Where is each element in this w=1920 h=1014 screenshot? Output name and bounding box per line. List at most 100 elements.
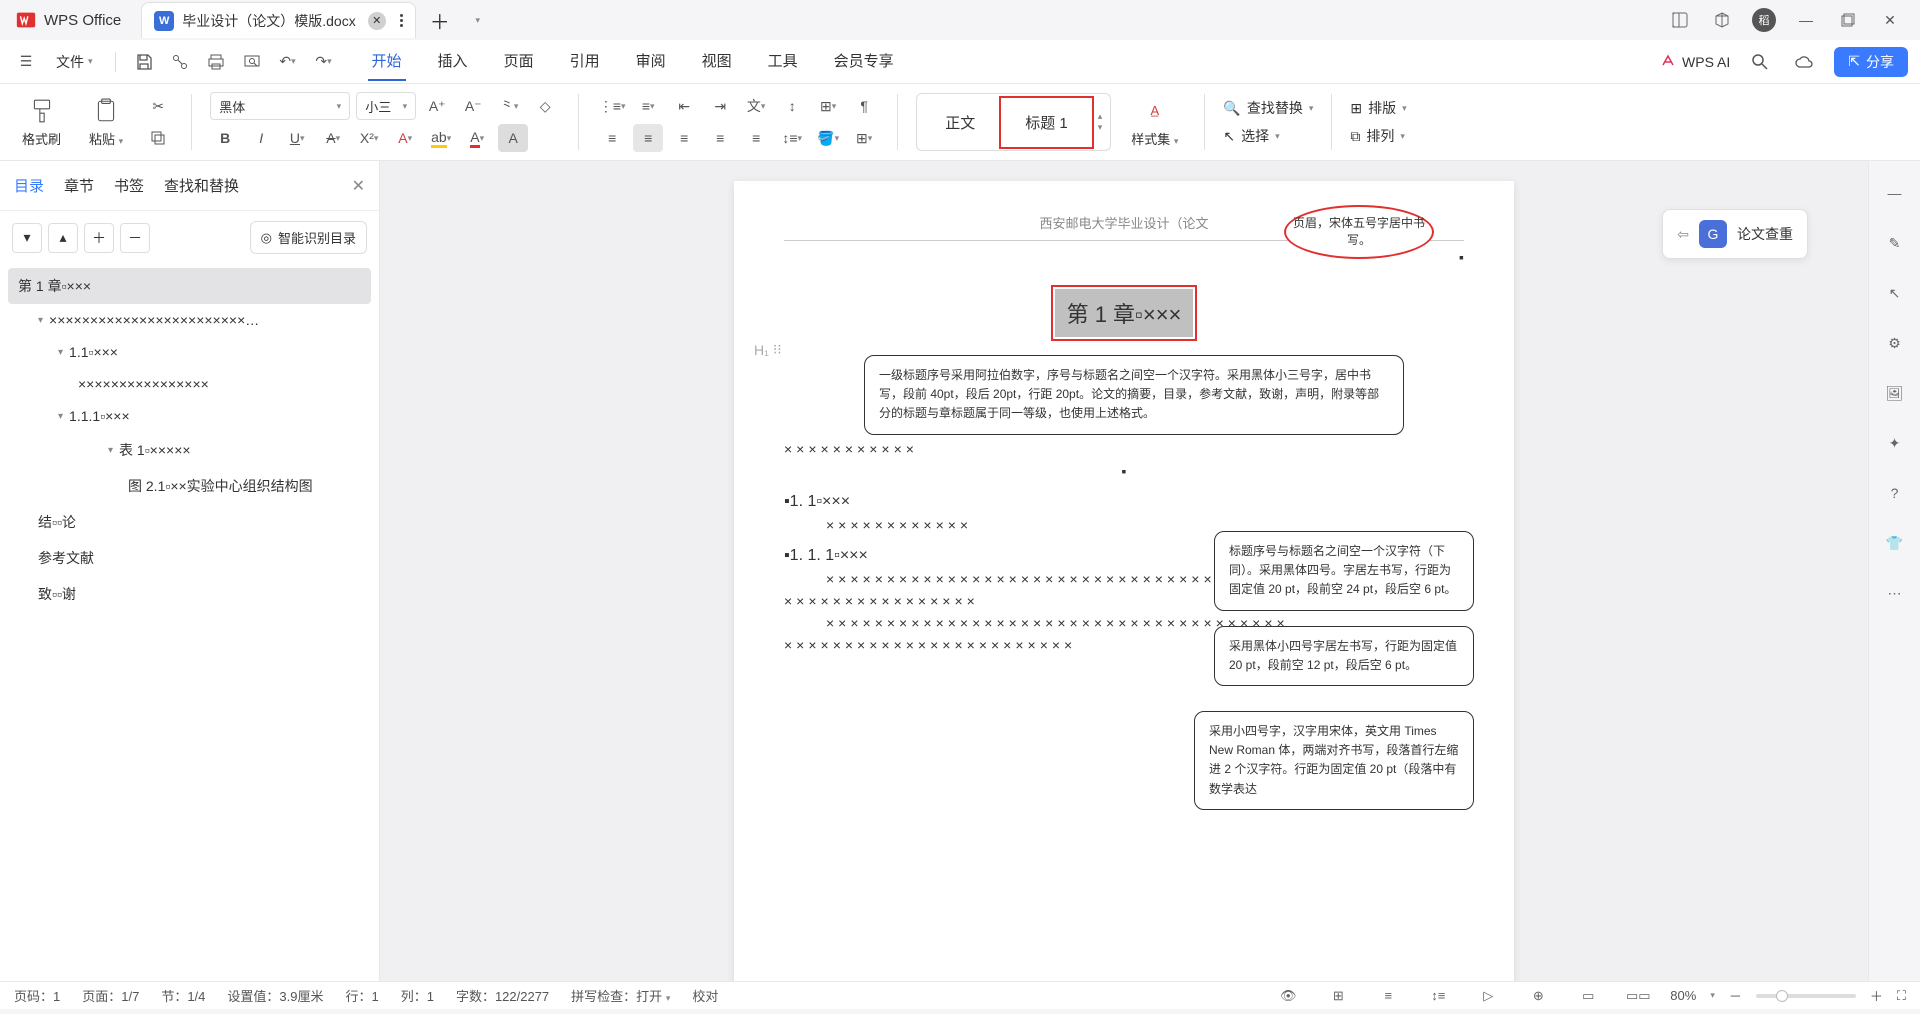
toc-item[interactable]: 参考文献	[8, 540, 371, 576]
border-icon[interactable]: ⊞▾	[849, 124, 879, 152]
tab-dropdown-icon[interactable]: ▾	[462, 4, 494, 36]
bold-icon[interactable]: B	[210, 124, 240, 152]
share-link-icon[interactable]	[166, 48, 194, 76]
line-spacing-status-icon[interactable]: ↕≡	[1420, 978, 1456, 1014]
style-gallery[interactable]: 正文 标题 1 ▴▾	[916, 93, 1111, 151]
print-preview-icon[interactable]	[238, 48, 266, 76]
align-left-icon[interactable]: ≡	[597, 124, 627, 152]
status-spell[interactable]: 拼写检查：打开 ▾	[571, 986, 670, 1005]
smart-toc-button[interactable]: ◎ 智能识别目录	[250, 221, 367, 254]
plagiarism-check-panel[interactable]: ⇦ G 论文查重	[1662, 209, 1808, 259]
bullet-list-icon[interactable]: ⋮≡▾	[597, 92, 627, 120]
play-icon[interactable]: ▷	[1470, 978, 1506, 1014]
toc-item[interactable]: 图 2.1▫××实验中心组织结构图	[8, 468, 371, 504]
style-heading1[interactable]: 标题 1	[999, 96, 1094, 149]
print-icon[interactable]	[202, 48, 230, 76]
page-view-icon[interactable]: ▭	[1570, 978, 1606, 1014]
styles-button[interactable]: A̲ 样式集 ▾	[1123, 93, 1186, 152]
tab-menu-icon[interactable]	[400, 14, 403, 27]
sidebar-close-icon[interactable]: ✕	[352, 176, 365, 196]
select-tool-icon[interactable]: ↖	[1877, 275, 1913, 311]
save-icon[interactable]	[130, 48, 158, 76]
italic-icon[interactable]: I	[246, 124, 276, 152]
body-text[interactable]: ×××××××××××	[784, 441, 1464, 457]
tab-insert[interactable]: 插入	[434, 42, 472, 81]
share-button[interactable]: ⇱ 分享	[1834, 47, 1908, 77]
maximize-icon[interactable]	[1836, 8, 1860, 32]
tab-review[interactable]: 审阅	[632, 42, 670, 81]
status-section[interactable]: 节：1/4	[161, 986, 205, 1005]
tools-icon[interactable]: ✦	[1877, 425, 1913, 461]
line-spacing-icon[interactable]: ↕≡▾	[777, 124, 807, 152]
status-proof[interactable]: 校对	[692, 986, 718, 1005]
cut-icon[interactable]: ✂	[143, 92, 173, 120]
status-page-total[interactable]: 页面：1/7	[82, 986, 139, 1005]
font-name-select[interactable]: 黑体▾	[210, 92, 350, 120]
settings-icon[interactable]: ⚙	[1877, 325, 1913, 361]
increase-size-icon[interactable]: A⁺	[422, 92, 452, 120]
format-painter-button[interactable]: 格式刷	[14, 93, 69, 152]
toc-item[interactable]: ▾1.1.1▫×××	[8, 400, 371, 432]
tab-close-icon[interactable]: ✕	[368, 12, 386, 30]
tab-reference[interactable]: 引用	[566, 42, 604, 81]
copy-icon[interactable]	[143, 124, 173, 152]
toc-item[interactable]: 第 1 章▫×××	[8, 268, 371, 304]
tab-page[interactable]: 页面	[500, 42, 538, 81]
search-icon[interactable]	[1746, 48, 1774, 76]
toc-item[interactable]: 结▫▫论	[8, 504, 371, 540]
superscript-icon[interactable]: X²▾	[354, 124, 384, 152]
hamburger-icon[interactable]: ☰	[12, 48, 40, 76]
minimize-icon[interactable]: —	[1794, 8, 1818, 32]
collapse-icon[interactable]: —	[1877, 175, 1913, 211]
find-replace-button[interactable]: 🔍 查找替换 ▾	[1223, 98, 1313, 118]
text-effect-icon[interactable]: A▾	[390, 124, 420, 152]
layout-button[interactable]: ⊞ 排版 ▾	[1350, 98, 1406, 118]
zoom-in-icon[interactable]: ＋	[1870, 986, 1883, 1005]
document-canvas[interactable]: 西安邮电大学毕业设计（论文 页眉，宋体五号字居中书写。 H₁ ⁝⁝ ▪ 第 1 …	[380, 161, 1868, 981]
arrange-button[interactable]: ⧉ 排列 ▾	[1350, 126, 1406, 146]
number-list-icon[interactable]: ≡▾	[633, 92, 663, 120]
toc-item[interactable]: ▾××××××××××××××××××××××××…	[8, 304, 371, 336]
style-normal[interactable]: 正文	[921, 98, 999, 147]
remove-item-icon[interactable]: －	[120, 223, 150, 253]
redo-icon[interactable]: ↷ ▾	[310, 48, 338, 76]
chevron-down-icon[interactable]: ▾	[38, 315, 43, 326]
skin-icon[interactable]: 稻	[1752, 8, 1776, 32]
back-icon[interactable]: ⇦	[1677, 226, 1689, 243]
collapse-up-icon[interactable]: ▴	[48, 223, 78, 253]
more-icon[interactable]: ⋯	[1877, 575, 1913, 611]
help-icon[interactable]: ?	[1877, 475, 1913, 511]
char-shading-icon[interactable]: A	[498, 124, 528, 152]
cube-icon[interactable]	[1710, 8, 1734, 32]
eye-icon[interactable]: 👁	[1270, 978, 1306, 1014]
style-gallery-expand-icon[interactable]: ▴▾	[1094, 111, 1107, 133]
font-color-icon[interactable]: A▾	[462, 124, 492, 152]
tab-home[interactable]: 开始	[368, 42, 406, 81]
show-marks-icon[interactable]: ¶	[849, 92, 879, 120]
status-chars[interactable]: 字数：122/2277	[456, 986, 549, 1005]
cloth-icon[interactable]: 👕	[1877, 525, 1913, 561]
sort-icon[interactable]: ↕	[777, 92, 807, 120]
edit-icon[interactable]: ✎	[1877, 225, 1913, 261]
align-justify-icon[interactable]: ≡	[705, 124, 735, 152]
heading1-text[interactable]: 第 1 章▫×××	[1055, 289, 1194, 337]
strikethrough-icon[interactable]: A▾	[318, 124, 348, 152]
decrease-size-icon[interactable]: A⁻	[458, 92, 488, 120]
multi-page-icon[interactable]: ▭▭	[1620, 978, 1656, 1014]
gallery-icon[interactable]: 🖼	[1877, 375, 1913, 411]
undo-icon[interactable]: ↶ ▾	[274, 48, 302, 76]
sidebar-tab-findreplace[interactable]: 查找和替换	[164, 171, 239, 200]
distribute-icon[interactable]: ≡	[741, 124, 771, 152]
paste-button[interactable]: 粘贴 ▾	[81, 93, 131, 152]
cloud-icon[interactable]	[1790, 48, 1818, 76]
decrease-indent-icon[interactable]: ⇤	[669, 92, 699, 120]
zoom-level[interactable]: 80%	[1670, 988, 1696, 1003]
file-menu[interactable]: 文件 ▾	[48, 48, 101, 76]
highlight-color-icon[interactable]: ab▾	[426, 124, 456, 152]
select-button[interactable]: ↖ 选择 ▾	[1223, 126, 1313, 146]
zoom-out-icon[interactable]: －	[1729, 986, 1742, 1005]
add-item-icon[interactable]: ＋	[84, 223, 114, 253]
underline-icon[interactable]: U▾	[282, 124, 312, 152]
wps-ai-button[interactable]: WPS AI	[1660, 54, 1730, 70]
status-page-no[interactable]: 页码：1	[14, 986, 60, 1005]
